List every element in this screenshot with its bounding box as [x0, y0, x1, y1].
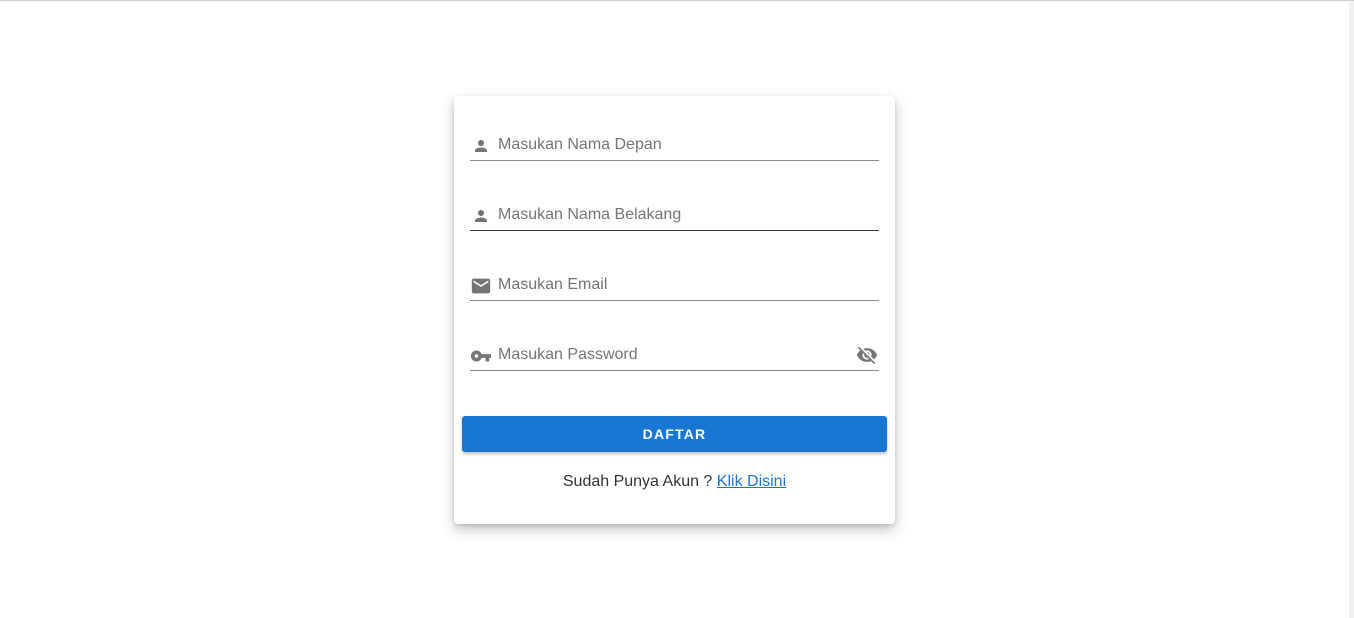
key-icon	[470, 345, 492, 367]
mail-icon	[470, 275, 492, 297]
login-prompt-text: Sudah Punya Akun ?	[562, 473, 713, 490]
email-field	[470, 270, 879, 301]
email-input[interactable]	[498, 273, 879, 297]
login-prompt: Sudah Punya Akun ? Klik Disini	[454, 473, 895, 491]
last-name-field	[470, 200, 879, 231]
register-card: DAFTAR Sudah Punya Akun ? Klik Disini	[454, 96, 895, 524]
last-name-input[interactable]	[498, 203, 879, 227]
login-link[interactable]: Klik Disini	[717, 473, 786, 490]
first-name-field	[470, 130, 879, 161]
first-name-input[interactable]	[498, 133, 879, 157]
person-icon	[470, 205, 492, 227]
eye-off-icon[interactable]	[855, 343, 879, 367]
password-field	[470, 340, 879, 371]
register-button[interactable]: DAFTAR	[462, 416, 887, 452]
person-icon	[470, 135, 492, 157]
password-input[interactable]	[498, 343, 855, 367]
scrollbar[interactable]	[1349, 1, 1354, 618]
top-border	[0, 0, 1354, 1]
